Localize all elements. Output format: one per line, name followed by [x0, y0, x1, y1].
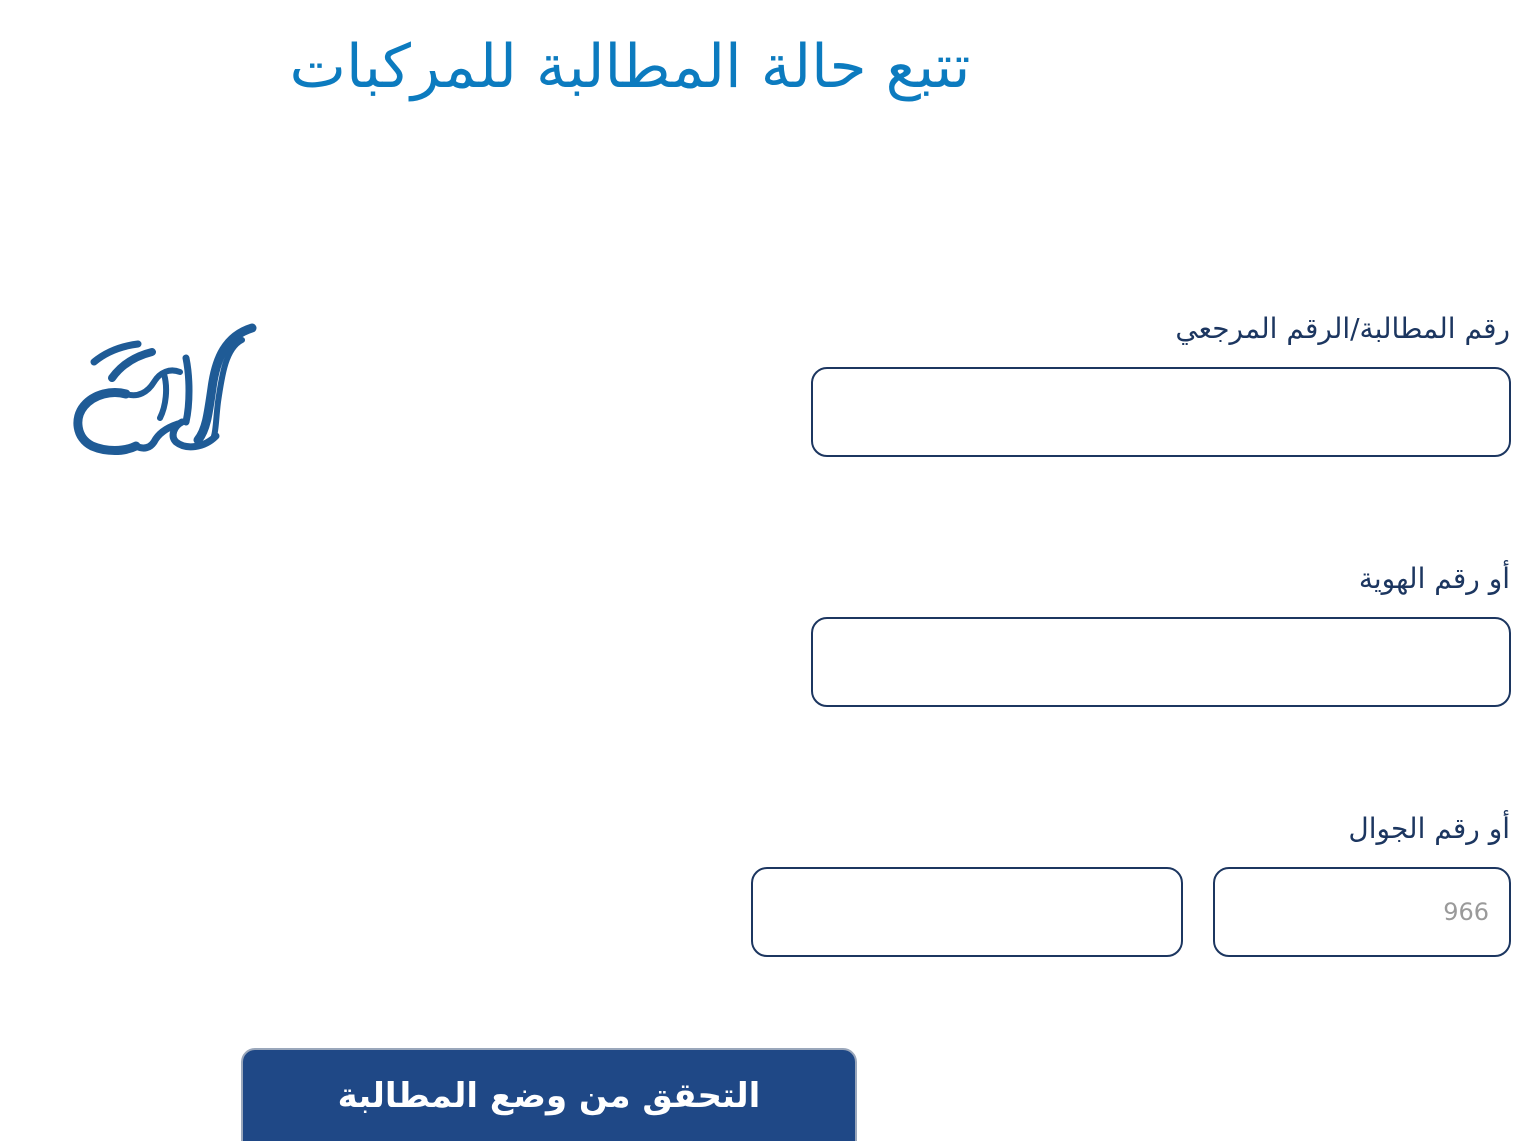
page-title: تتبع حالة المطالبة للمركبات — [289, 32, 971, 102]
id-number-input[interactable] — [811, 617, 1511, 707]
mobile-number-label: أو رقم الجوال — [1348, 812, 1510, 845]
claim-tracking-page: تتبع حالة المطالبة للمركبات رقم المطالبة… — [0, 0, 1536, 1141]
almarj3-logo — [66, 318, 262, 458]
mobile-number-input[interactable] — [751, 867, 1183, 957]
claim-number-label: رقم المطالبة/الرقم المرجعي — [1175, 312, 1510, 345]
id-number-label: أو رقم الهوية — [1358, 562, 1510, 595]
claim-number-input[interactable] — [811, 367, 1511, 457]
check-claim-status-button[interactable]: التحقق من وضع المطالبة — [241, 1048, 857, 1141]
country-code-input[interactable] — [1213, 867, 1511, 957]
